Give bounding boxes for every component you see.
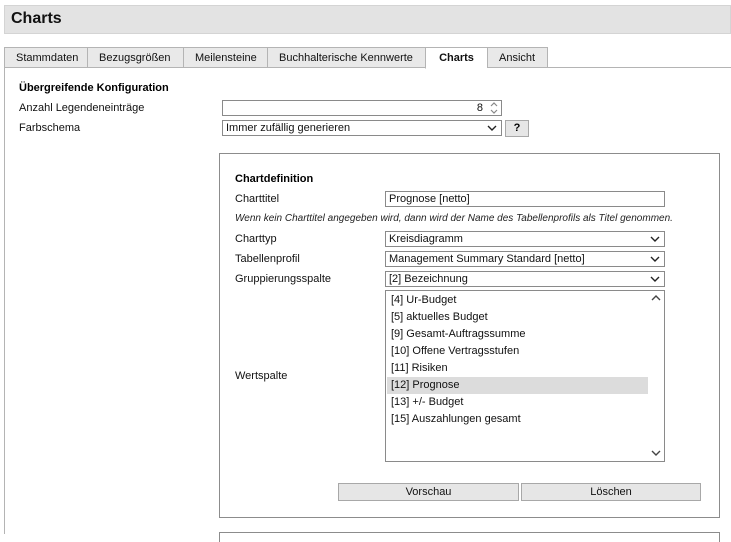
spinner-icon[interactable] bbox=[489, 101, 499, 115]
tab-bezugsgroessen[interactable]: Bezugsgrößen bbox=[87, 47, 183, 68]
charttitle-label: Charttitel bbox=[235, 193, 280, 205]
color-scheme-value: Immer zufällig generieren bbox=[226, 122, 351, 134]
page-header: Charts bbox=[4, 5, 731, 34]
list-item-selected[interactable]: [12] Prognose bbox=[387, 377, 648, 394]
tab-divider bbox=[487, 67, 731, 68]
chevron-up-icon[interactable] bbox=[650, 293, 662, 303]
tab-meilensteine[interactable]: Meilensteine bbox=[183, 47, 267, 68]
chevron-down-icon bbox=[650, 256, 660, 262]
profile-value: Management Summary Standard [netto] bbox=[389, 253, 585, 265]
grouping-label: Gruppierungsspalte bbox=[235, 273, 332, 285]
list-item[interactable]: [4] Ur-Budget bbox=[387, 292, 648, 309]
value-column-label: Wertspalte bbox=[235, 370, 288, 382]
charttype-select[interactable]: Kreisdiagramm bbox=[385, 231, 665, 247]
charttitle-value: Prognose [netto] bbox=[389, 193, 470, 205]
charttype-value: Kreisdiagramm bbox=[389, 233, 463, 245]
list-item[interactable]: [9] Gesamt-Auftragssumme bbox=[387, 326, 648, 343]
tab-charts[interactable]: Charts bbox=[425, 47, 487, 69]
delete-button[interactable]: Löschen bbox=[521, 483, 701, 501]
list-item[interactable]: [11] Risiken bbox=[387, 360, 648, 377]
legend-count-label: Anzahl Legendeneinträge bbox=[19, 102, 145, 114]
list-item[interactable]: [15] Auszahlungen gesamt bbox=[387, 411, 648, 428]
list-item[interactable]: [13] +/- Budget bbox=[387, 394, 648, 411]
color-scheme-select[interactable]: Immer zufällig generieren bbox=[222, 120, 502, 136]
grouping-value: [2] Bezeichnung bbox=[389, 273, 468, 285]
section-title-chartdefinition: Chartdefinition bbox=[235, 173, 314, 185]
tab-bar: Stammdaten Bezugsgrößen Meilensteine Buc… bbox=[4, 47, 548, 69]
chevron-down-icon bbox=[650, 236, 660, 242]
legend-count-input[interactable]: 8 bbox=[222, 100, 502, 116]
chevron-down-icon bbox=[487, 125, 497, 131]
profile-label: Tabellenprofil bbox=[235, 253, 300, 265]
list-item[interactable]: [5] aktuelles Budget bbox=[387, 309, 648, 326]
preview-button[interactable]: Vorschau bbox=[338, 483, 519, 501]
legend-count-value: 8 bbox=[476, 102, 483, 114]
value-column-listbox[interactable]: [4] Ur-Budget [5] aktuelles Budget [9] G… bbox=[385, 290, 665, 462]
tab-buchhalterische-kennwerte[interactable]: Buchhalterische Kennwerte bbox=[267, 47, 425, 68]
color-scheme-label: Farbschema bbox=[19, 122, 81, 134]
section-title-global: Übergreifende Konfiguration bbox=[19, 82, 169, 94]
content-border bbox=[4, 67, 5, 534]
tab-ansicht[interactable]: Ansicht bbox=[487, 47, 548, 68]
charttitle-input[interactable]: Prognose [netto] bbox=[385, 191, 665, 207]
tab-stammdaten[interactable]: Stammdaten bbox=[4, 47, 87, 68]
charttitle-hint: Wenn kein Charttitel angegeben wird, dan… bbox=[235, 213, 673, 224]
help-button[interactable]: ? bbox=[505, 120, 529, 137]
profile-select[interactable]: Management Summary Standard [netto] bbox=[385, 251, 665, 267]
page-title: Charts bbox=[11, 10, 62, 27]
chevron-down-icon[interactable] bbox=[650, 448, 662, 458]
charttype-label: Charttyp bbox=[235, 233, 277, 245]
list-item[interactable]: [10] Offene Vertragsstufen bbox=[387, 343, 648, 360]
grouping-select[interactable]: [2] Bezeichnung bbox=[385, 271, 665, 287]
chevron-down-icon bbox=[650, 276, 660, 282]
